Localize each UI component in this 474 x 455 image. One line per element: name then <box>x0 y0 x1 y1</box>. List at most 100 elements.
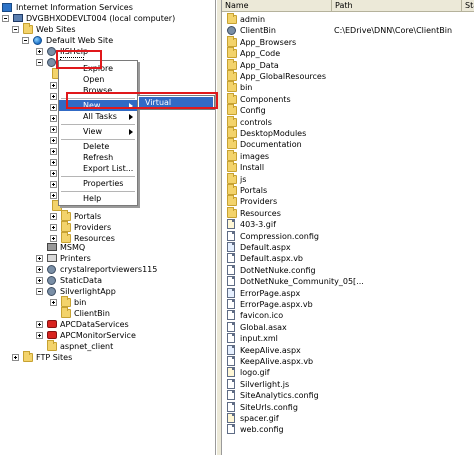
expand-icon[interactable] <box>50 93 57 100</box>
collapse-icon[interactable] <box>22 37 29 44</box>
expand-icon[interactable] <box>50 82 57 89</box>
image-file-icon <box>227 219 235 230</box>
expand-icon[interactable] <box>50 170 57 177</box>
list-pane[interactable]: Name Path Stat admin ClientBin C:\EDrive\D… <box>222 0 474 455</box>
menu-item-export-list[interactable]: Export List... <box>59 163 137 174</box>
column-header-state[interactable]: Stat <box>462 0 474 12</box>
list-item[interactable]: 403-3.gif <box>226 219 472 230</box>
menu-item-properties[interactable]: Properties <box>59 178 137 189</box>
tree-item-clientbin[interactable]: ClientBin <box>50 307 160 319</box>
expand-icon[interactable] <box>50 213 57 220</box>
list-item[interactable]: Default.aspx <box>226 242 472 253</box>
list-item[interactable]: Global.asax <box>226 321 472 333</box>
list-item[interactable]: web.config <box>226 424 472 435</box>
list-item[interactable]: Compression.config <box>226 230 472 242</box>
list-item[interactable]: SiteUrls.config <box>226 401 472 413</box>
list-item[interactable]: images <box>226 149 472 162</box>
expand-icon[interactable] <box>50 181 57 188</box>
list-item[interactable]: bin <box>226 81 472 93</box>
list-item[interactable]: Portals <box>226 184 472 196</box>
website-icon <box>33 36 42 45</box>
list-item[interactable]: ErrorPage.aspx <box>226 287 472 299</box>
list-item[interactable]: KeepAlive.aspx.vb <box>226 356 472 367</box>
column-header-name[interactable]: Name <box>222 0 332 12</box>
list-item[interactable]: SiteAnalytics.config <box>226 390 472 401</box>
menu-item-view[interactable]: View <box>59 126 137 137</box>
menu-item-help[interactable]: Help <box>59 193 137 204</box>
list-item[interactable]: Config <box>226 104 472 116</box>
list-item[interactable]: ErrorPage.aspx.vb <box>226 299 472 310</box>
list-item[interactable]: favicon.ico <box>226 310 472 321</box>
tree-item-aspnet-client[interactable]: aspnet_client <box>36 340 186 352</box>
tree-item-msmq[interactable]: MSMQ <box>36 242 156 253</box>
list-item[interactable]: Resources <box>226 206 472 219</box>
list-item[interactable]: DotNetNuke.config <box>226 264 472 276</box>
file-icon <box>227 230 235 241</box>
expand-icon[interactable] <box>50 137 57 144</box>
expand-icon[interactable] <box>50 104 57 111</box>
tree-item-providers[interactable]: Providers <box>50 221 170 233</box>
list-item-name: Global.asax <box>240 322 287 332</box>
list-item[interactable]: Components <box>226 92 472 105</box>
list-item[interactable]: App_GlobalResources <box>226 70 472 82</box>
expand-icon[interactable] <box>36 321 43 328</box>
list-item[interactable]: spacer.gif <box>226 413 472 424</box>
expand-icon[interactable] <box>36 255 43 262</box>
collapse-icon[interactable] <box>36 288 43 295</box>
list-item[interactable]: admin <box>226 13 472 25</box>
column-header-path[interactable]: Path <box>332 0 462 12</box>
expand-icon[interactable] <box>50 235 57 242</box>
tree-item-default-web-site[interactable]: Default Web Site <box>22 35 212 46</box>
tree-item-portals[interactable]: Portals <box>50 210 170 222</box>
list-item[interactable]: Providers <box>226 195 472 207</box>
tree-item-crystalreportviewers[interactable]: crystalreportviewers115 <box>36 264 206 275</box>
tree-item-apcdataservices[interactable]: APCDataServices <box>36 319 186 330</box>
menu-item-refresh[interactable]: Refresh <box>59 152 137 163</box>
tree-item-ftp-sites[interactable]: FTP Sites <box>12 351 132 363</box>
menu-item-open[interactable]: Open <box>59 74 137 85</box>
expand-icon[interactable] <box>36 48 43 55</box>
list-item-name: DesktopModules <box>240 129 307 138</box>
expand-icon[interactable] <box>50 224 57 231</box>
list-item[interactable]: KeepAlive.aspx <box>226 344 472 356</box>
list-item[interactable]: controls <box>226 115 472 128</box>
list-item[interactable]: ClientBin C:\EDrive\DNN\Core\ClientBin <box>226 25 472 36</box>
expand-icon[interactable] <box>50 115 57 122</box>
virtual-directory-icon <box>47 287 56 296</box>
list-item[interactable]: DotNetNuke_Community_05[... <box>226 276 472 287</box>
list-item[interactable]: Install <box>226 161 472 173</box>
list-item[interactable]: App_Code <box>226 47 472 59</box>
collapse-icon[interactable] <box>36 59 43 66</box>
tree-item-web-sites[interactable]: Web Sites <box>12 23 212 35</box>
tree-item-label: SilverlightApp <box>60 287 116 296</box>
expand-icon[interactable] <box>50 159 57 166</box>
list-item[interactable]: js <box>226 172 472 185</box>
tree-item-apcmonitorservice[interactable]: APCMonitorService <box>36 330 186 341</box>
expand-icon[interactable] <box>12 354 19 361</box>
expand-icon[interactable] <box>50 148 57 155</box>
list-item[interactable]: Silverlight.js <box>226 378 472 390</box>
collapse-icon[interactable] <box>12 26 19 33</box>
expand-icon[interactable] <box>50 192 57 199</box>
list-item[interactable]: DesktopModules <box>226 127 472 139</box>
list-item[interactable]: App_Data <box>226 58 472 71</box>
list-item[interactable]: Documentation <box>226 138 472 150</box>
tree-item-iis-root[interactable]: Internet Information Services <box>2 2 212 13</box>
virtual-directory-icon <box>47 47 56 56</box>
collapse-icon[interactable] <box>2 15 9 22</box>
list-item[interactable]: input.xml <box>226 333 472 344</box>
menu-item-all-tasks[interactable]: All Tasks <box>59 111 137 122</box>
list-item[interactable]: App_Browsers <box>226 35 472 48</box>
list-item[interactable]: logo.gif <box>226 367 472 378</box>
tree-item-computer[interactable]: DVGBHXODEVLT004 (local computer) <box>2 13 212 24</box>
expand-icon[interactable] <box>36 332 43 339</box>
tree-item-printers[interactable]: Printers <box>36 253 156 264</box>
expand-icon[interactable] <box>36 266 43 273</box>
tree-item-silverlightapp[interactable]: SilverlightApp <box>36 286 156 297</box>
menu-item-delete[interactable]: Delete <box>59 141 137 152</box>
expand-icon[interactable] <box>36 277 43 284</box>
expand-icon[interactable] <box>50 126 57 133</box>
list-item[interactable]: Default.aspx.vb <box>226 253 472 264</box>
expand-icon[interactable] <box>50 299 57 306</box>
tree-item-staticdata[interactable]: StaticData <box>36 275 156 286</box>
